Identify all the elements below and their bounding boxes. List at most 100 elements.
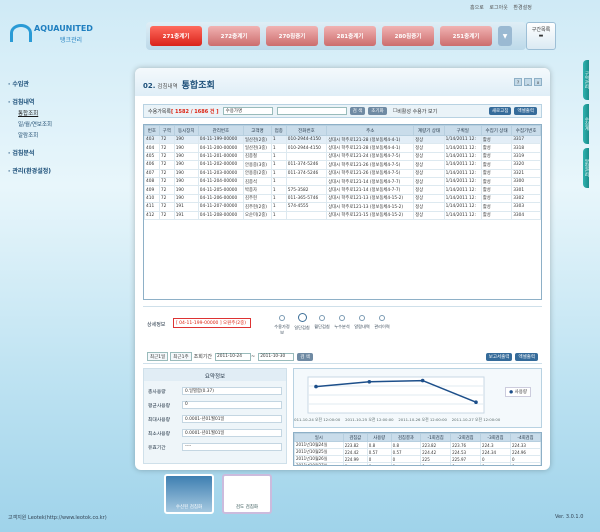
tank-tab-1[interactable]: 271충계기 <box>150 26 202 46</box>
table-cell: 04-11-200-00000 <box>197 143 245 153</box>
date-to[interactable]: 2011-10-30 <box>258 352 295 361</box>
table-cell: 활성 <box>480 202 513 212</box>
refresh-button[interactable]: 새로고침 <box>488 107 512 115</box>
column-header[interactable]: -1회검침 <box>420 433 452 442</box>
column-header[interactable]: 관리번호 <box>197 125 245 136</box>
column-header[interactable]: 사용량 <box>366 433 392 442</box>
column-header[interactable]: 구획일 <box>443 125 482 136</box>
step-dot-icon <box>297 313 307 322</box>
nav-group-admin[interactable]: · 관리(환경설정) <box>8 166 128 175</box>
column-header[interactable]: -2회검침 <box>450 433 482 442</box>
table-row[interactable]: 404 72 190 04-11-200-00000 일산천(3중) 1 010-2944-… <box>144 143 541 153</box>
column-header[interactable]: 검침값 <box>342 433 368 442</box>
nav-sub-integrated[interactable]: 통합조회 <box>18 109 128 117</box>
nav-group-analysis[interactable]: · 검침분석 <box>8 148 128 157</box>
table-cell: 224.33 <box>509 441 541 449</box>
column-header[interactable]: 구역 <box>158 125 175 136</box>
detail-step[interactable]: 일단검침 <box>293 311 311 336</box>
column-header[interactable]: 수집기 상태 <box>480 125 513 136</box>
tank-tab-6[interactable]: 251충계기 <box>440 26 492 46</box>
tank-tab-2[interactable]: 272충계기 <box>208 26 260 46</box>
column-header[interactable]: 고객명 <box>243 125 272 136</box>
tank-tab-5[interactable]: 280침증기 <box>382 26 434 46</box>
close-icon[interactable]: x <box>534 78 542 86</box>
summary-key: 평균사용량 <box>148 403 171 409</box>
report-button[interactable]: 보고서출력 <box>485 352 513 361</box>
column-header[interactable]: 수집기번호 <box>511 125 541 136</box>
chevron-down-icon[interactable]: ▼ <box>498 26 512 46</box>
search-button[interactable]: 검 색 <box>349 107 366 115</box>
summary-key: 최대사용량 <box>148 417 171 423</box>
detail-step[interactable]: 알람내역 <box>353 311 371 336</box>
table-row[interactable]: 411 72 191 04-11-207-00000 김주현(2중) 1 574-4555 상… <box>144 202 541 212</box>
table-cell: 04-11-207-00000 <box>197 202 245 212</box>
detail-step[interactable]: 수용가정보 <box>273 311 291 336</box>
nav-group-reading[interactable]: · 검침내역 <box>8 97 128 106</box>
detail-step[interactable]: 관리이력 <box>373 311 391 336</box>
app-logo[interactable]: AQUAUNITED 탱크관리 <box>10 22 93 48</box>
right-tab-collector[interactable]: 수집계 <box>583 104 589 144</box>
table-cell: 정상 <box>413 210 445 220</box>
table-row[interactable]: 403 72 190 04-11-199-00000 일산천(2중) 1 010-2944-… <box>144 134 541 145</box>
table-cell: 72 <box>158 202 175 212</box>
summary-row: 최소사용량 0.0001-년01월01일 <box>148 429 282 437</box>
column-header[interactable]: 전화번호 <box>285 125 328 136</box>
table-cell: 04-11-201-00000 <box>197 151 245 162</box>
column-header[interactable]: 계량기 상태 <box>413 125 445 136</box>
search-input[interactable] <box>276 107 347 115</box>
column-header[interactable]: 동시장치 <box>173 125 199 136</box>
help-icon[interactable]: ? <box>514 78 522 86</box>
nav-group-intake[interactable]: · 수입관 <box>8 79 128 88</box>
table-row[interactable]: 408 72 190 04-11-204-00000 김종석 1 상대시 학주로121-14… <box>144 176 541 187</box>
logo-mark-icon <box>10 24 32 42</box>
column-header[interactable]: -3회검침 <box>480 433 511 442</box>
table-cell: 223.82 <box>342 441 368 449</box>
tank-list-button[interactable]: 구간목록 ▬ <box>526 22 556 50</box>
reset-button[interactable]: 초기화 <box>368 107 387 115</box>
nav-sub-alarm[interactable]: 알람조회 <box>18 131 128 139</box>
nav-sub-periodic[interactable]: 일/월/연보조회 <box>18 120 128 128</box>
column-header[interactable]: 검침결과 <box>390 433 422 442</box>
thumbnail-reading[interactable]: 검도 검침화 <box>222 474 272 514</box>
filter-select[interactable]: 수용가명 <box>222 107 273 115</box>
period-excel-button[interactable]: 엑셀출력 <box>515 352 538 361</box>
tab-recent-week[interactable]: 최근1주 <box>170 352 192 361</box>
logout-link[interactable]: 로그아웃 <box>489 5 507 11</box>
column-header[interactable]: 번호 <box>144 125 160 136</box>
table-cell: 410 <box>144 193 160 204</box>
period-search-button[interactable]: 검 색 <box>297 352 313 361</box>
settings-link[interactable]: 환경설정 <box>513 5 531 11</box>
summary-value: 0.0001-년01월01일 <box>182 429 282 437</box>
table-row[interactable]: 406 72 190 04-11-202-00000 안용중(3중) 1 011-374-5… <box>144 160 541 170</box>
tab-recent-day[interactable]: 최근1일 <box>147 352 169 361</box>
summary-row: 유효기간 ---- <box>148 443 282 451</box>
table-cell: 안용중(2중) <box>243 168 272 178</box>
column-header[interactable]: 업종 <box>270 125 287 136</box>
table-cell: 3319 <box>511 151 541 162</box>
home-link[interactable]: 홈으로 <box>470 5 484 11</box>
table-row[interactable]: 405 72 190 04-11-201-00000 김종철 1 상대시 학주로121-24… <box>144 151 541 162</box>
excel-button[interactable]: 엑셀출력 <box>514 107 537 115</box>
column-header[interactable]: -4회검침 <box>509 433 541 442</box>
top-links: 홈으로 로그아웃 환경설정 <box>470 4 536 11</box>
column-header[interactable]: 일시 <box>294 433 344 442</box>
tank-tab-3[interactable]: 270침증기 <box>266 26 318 46</box>
detail-step[interactable]: 누수분석 <box>333 311 351 336</box>
detail-step[interactable]: 월단검침 <box>313 311 331 336</box>
right-tab-zone[interactable]: 구역관리 <box>583 60 589 100</box>
date-from[interactable]: 2011-10-24 <box>215 352 251 361</box>
table-row[interactable]: 409 72 190 04-11-205-00000 박종자 1 575-3582 상대시 학… <box>144 185 541 195</box>
right-tab-alert[interactable]: 알림관리 <box>583 148 589 188</box>
summary-row: 평균사용량 0 <box>148 401 282 409</box>
table-cell: 활성 <box>480 143 513 153</box>
table-row[interactable]: 407 72 190 04-11-203-00000 안용중(2중) 1 011-374-5… <box>144 168 541 178</box>
minimize-icon[interactable]: _ <box>524 78 532 86</box>
column-header[interactable]: 주소 <box>326 125 415 136</box>
tank-tab-4[interactable]: 281충계기 <box>324 26 376 46</box>
table-row[interactable]: 412 72 191 04-11-208-00000 오순미(2중) 1 상대시 학주로12… <box>144 210 541 220</box>
table-row[interactable]: 410 72 190 04-11-206-00000 김주현 1 011-365-5746 상… <box>144 193 541 204</box>
table-cell: 72 <box>158 193 175 204</box>
thumbnail-received[interactable]: 수신된 검침화 <box>164 474 214 514</box>
table-cell: 활성 <box>480 210 513 220</box>
tank-tabs: 271충계기 272충계기 270침증기 281충계기 280침증기 251충계… <box>146 22 526 50</box>
